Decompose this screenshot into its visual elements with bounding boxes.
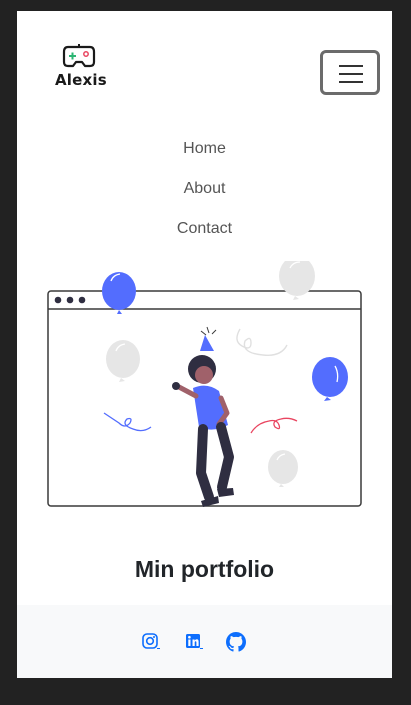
navbar: Alexis — [17, 11, 392, 111]
instagram-link[interactable] — [141, 632, 161, 652]
party-woman-illustration — [47, 261, 362, 507]
nav-link-home[interactable]: Home — [17, 136, 392, 176]
footer — [17, 605, 392, 678]
instagram-icon — [142, 633, 160, 649]
linkedin-link[interactable] — [184, 632, 204, 652]
nav-link-about[interactable]: About — [17, 176, 392, 216]
gamepad-icon — [62, 44, 96, 68]
browser-dot — [78, 296, 86, 304]
page-title: Min portfolio — [134, 556, 275, 582]
nav-menu: Home About Contact — [17, 136, 392, 256]
nav-link-contact[interactable]: Contact — [17, 216, 392, 256]
brand-logo[interactable]: Alexis — [53, 43, 107, 91]
github-link[interactable] — [226, 632, 246, 652]
browser-dot — [66, 296, 74, 304]
balloon-blue — [102, 272, 136, 310]
balloon-blue — [312, 357, 348, 397]
navbar-toggle-button[interactable] — [320, 50, 380, 95]
brand-name: Alexis — [55, 71, 107, 89]
github-icon — [226, 632, 246, 652]
browser-dot — [54, 296, 62, 304]
balloon-gray — [106, 340, 140, 378]
page: Alexis Home About Contact Min portfolio — [17, 11, 392, 678]
linkedin-icon — [186, 634, 203, 649]
